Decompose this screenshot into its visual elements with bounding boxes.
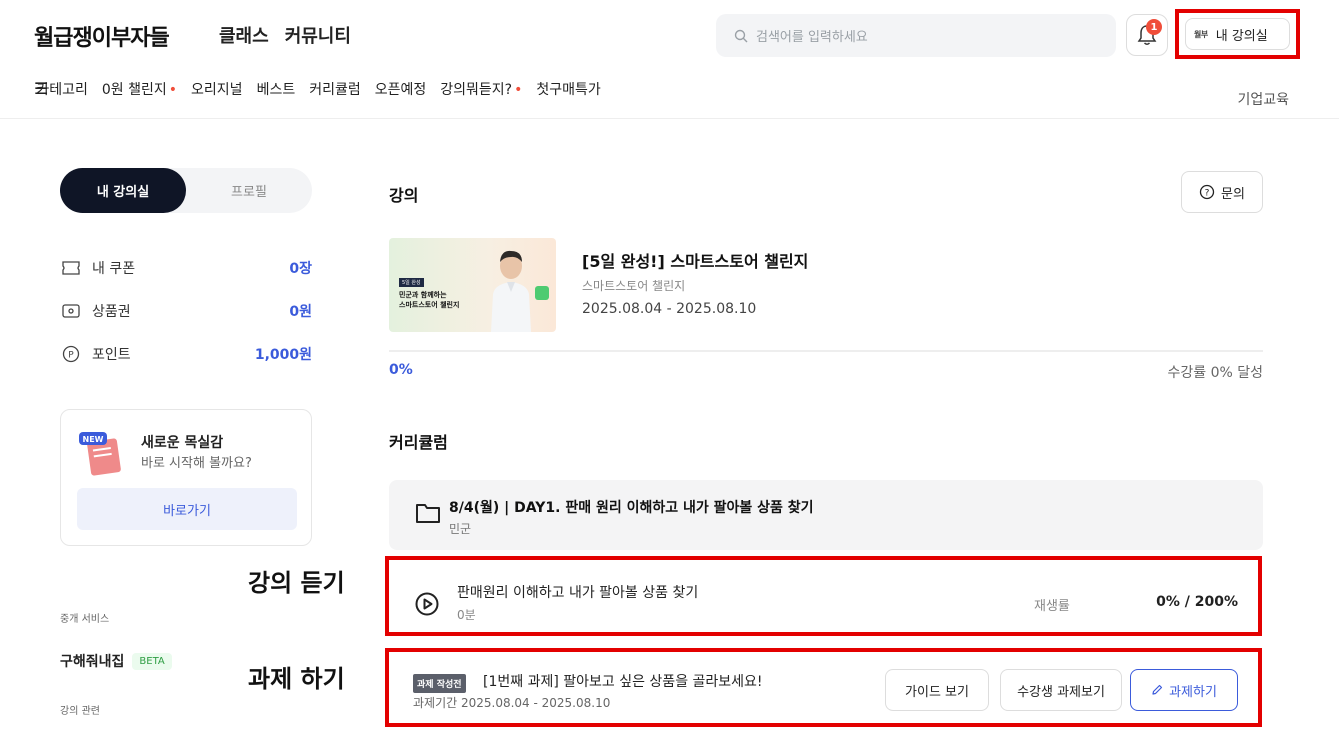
cat-item-original[interactable]: 오리지널 [191, 79, 243, 99]
nav-class[interactable]: 클래스 [219, 22, 269, 48]
search-icon [734, 29, 748, 42]
svg-text:?: ? [1205, 189, 1210, 199]
thumb-line: 민군과 함께하는 [399, 291, 447, 299]
search-input[interactable]: 검색어를 입력하세요 [716, 14, 1116, 57]
sidebar-item-label: 구해줘내집 [60, 654, 125, 670]
progress-rate: 수강률 0% 달성 [1167, 365, 1263, 381]
thumb-text: 민군과 함께하는 스마트스토어 챌린지 [399, 290, 459, 310]
cat-item-first-purchase[interactable]: 첫구매특가 [536, 79, 600, 99]
pencil-icon [1152, 684, 1163, 695]
progress-percent: 0% [389, 362, 413, 378]
chapter-author: 민군 [449, 522, 472, 536]
cat-label: 0원 챌린지 [101, 82, 167, 98]
category-nav: ☰카테고리 0원 챌린지 • 오리지널 베스트 커리큘럼 오픈예정 강의뭐듣지? •… [34, 79, 601, 99]
peer-homework-button[interactable]: 수강생 과제보기 [1000, 669, 1122, 711]
wallet-coupon[interactable]: 내 쿠폰 0장 [62, 258, 312, 278]
new-dot: • [514, 82, 523, 98]
wallet-label: 포인트 [92, 347, 131, 363]
nav-community[interactable]: 커뮤니티 [285, 22, 351, 48]
cat-item-challenge[interactable]: 0원 챌린지 • [102, 79, 177, 99]
cat-label: 강의뭐듣지? [440, 82, 513, 98]
instructor-image [491, 250, 531, 332]
homework-title: [1번째 과제] 팔아보고 싶은 상품을 골라보세요! [483, 674, 763, 690]
category-menu[interactable]: ☰카테고리 [34, 79, 88, 99]
chapter-row[interactable]: 8/4(월) | DAY1. 판매 원리 이해하고 내가 팔아볼 상품 찾기 민… [389, 480, 1263, 550]
playback-rate-label: 재생률 [1034, 599, 1070, 614]
top-nav: 클래스 커뮤니티 [219, 22, 351, 48]
inquiry-button[interactable]: ? 문의 [1181, 171, 1263, 213]
cart-icon [535, 286, 549, 300]
wallet-value: 0장 [289, 261, 312, 277]
homework-row: 과제 작성전 [1번째 과제] 팔아보고 싶은 상품을 골라보세요! 과제기간 … [385, 648, 1262, 727]
course-subtitle: 스마트스토어 챌린지 [582, 279, 686, 293]
lesson-title: 판매원리 이해하고 내가 팔아볼 상품 찾기 [457, 585, 699, 601]
homework-status-badge: 과제 작성전 [413, 674, 466, 693]
new-dot: • [168, 82, 178, 98]
sidebar-item-find-home[interactable]: 구해줘내집 BETA [60, 651, 172, 671]
annotation-listen: 강의 듣기 [248, 569, 345, 597]
notification-badge: 1 [1146, 19, 1162, 35]
course-title[interactable]: [5일 완성!] 스마트스토어 챌린지 [582, 248, 808, 272]
do-homework-label: 과제하기 [1169, 684, 1217, 700]
wallet-value: 1,000원 [254, 347, 312, 363]
chapter-title: 8/4(월) | DAY1. 판매 원리 이해하고 내가 팔아볼 상품 찾기 [449, 500, 814, 516]
curriculum-heading: 커리큘럼 [389, 433, 448, 452]
beta-badge: BETA [132, 652, 172, 670]
do-homework-button[interactable]: 과제하기 [1130, 669, 1238, 711]
inquiry-label: 문의 [1221, 186, 1245, 202]
search-placeholder: 검색어를 입력하세요 [756, 30, 868, 45]
tab-my-room[interactable]: 내 강의실 [60, 168, 186, 213]
cat-item-best[interactable]: 베스트 [257, 79, 296, 99]
svg-text:P: P [68, 351, 74, 361]
cat-item-curriculum[interactable]: 커리큘럼 [309, 79, 361, 99]
wallet-label: 내 쿠폰 [92, 261, 136, 277]
promo-go-button[interactable]: 바로가기 [77, 488, 297, 530]
course-period: 2025.08.04 - 2025.08.10 [582, 301, 757, 317]
wallet-voucher[interactable]: 상품권 0원 [62, 301, 312, 321]
mini-logo: 월부 [1194, 29, 1208, 39]
annotation-homework: 과제 하기 [248, 665, 345, 693]
promo-subtitle: 바로 시작해 볼까요? [141, 456, 252, 471]
playback-rate-value: 0% / 200% [1156, 594, 1238, 610]
point-icon: P [62, 345, 82, 363]
coupon-icon [62, 261, 82, 275]
header-divider [0, 118, 1339, 119]
cat-item-recommend[interactable]: 강의뭐듣지? • [440, 79, 522, 99]
tab-profile[interactable]: 프로필 [186, 168, 312, 213]
corporate-link[interactable]: 기업교육 [1237, 89, 1289, 109]
notebook-icon: NEW [79, 432, 121, 476]
my-room-button[interactable]: 월부 내 강의실 [1185, 18, 1290, 50]
sidebar-tabs: 내 강의실 프로필 [60, 168, 312, 213]
homework-period: 과제기간 2025.08.04 - 2025.08.10 [413, 696, 611, 710]
thumb-line: 스마트스토어 챌린지 [399, 301, 460, 309]
lesson-row[interactable]: 판매원리 이해하고 내가 팔아볼 상품 찾기 0분 재생률 0% / 200% [385, 556, 1262, 636]
course-thumbnail[interactable]: 5일 완성 민군과 함께하는 스마트스토어 챌린지 [389, 238, 556, 332]
wallet-label: 상품권 [92, 304, 131, 320]
thumb-tag: 5일 완성 [399, 278, 424, 287]
notification-button[interactable]: 1 [1126, 14, 1168, 56]
promo-card: NEW 새로운 목실감 바로 시작해 볼까요? 바로가기 [60, 409, 312, 546]
section-label-brokerage: 중개 서비스 [60, 614, 110, 625]
folder-icon [416, 504, 440, 523]
promo-title: 새로운 목실감 [141, 435, 224, 451]
site-logo[interactable]: 월급쟁이부자들 [34, 20, 170, 52]
progress-bar [389, 350, 1263, 352]
wallet-point[interactable]: P 포인트 1,000원 [62, 344, 312, 364]
voucher-icon [62, 304, 82, 318]
category-menu-label: 카테고리 [36, 82, 88, 98]
new-badge: NEW [83, 435, 104, 444]
cat-item-upcoming[interactable]: 오픈예정 [375, 79, 427, 99]
wallet-value: 0원 [289, 304, 312, 320]
my-room-highlight: 월부 내 강의실 [1175, 9, 1300, 59]
guide-button[interactable]: 가이드 보기 [885, 669, 989, 711]
help-icon: ? [1199, 184, 1215, 200]
play-icon [415, 592, 439, 616]
lesson-duration: 0분 [457, 608, 476, 622]
lecture-heading: 강의 [389, 186, 419, 205]
section-label-lecture: 강의 관련 [60, 706, 100, 717]
my-room-label: 내 강의실 [1215, 28, 1268, 44]
